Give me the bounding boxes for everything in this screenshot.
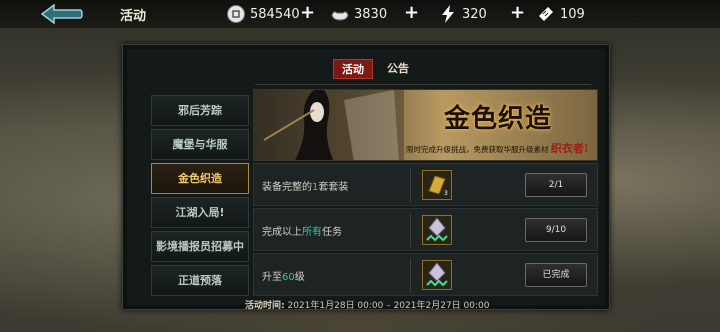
add-coin-button[interactable]: + — [300, 2, 315, 24]
coin-icon — [227, 5, 245, 23]
task-row: 升至60级 已完成 — [253, 253, 598, 296]
banner-description: 限时完成升级挑战，免费获取华服升级素材 织衣者! — [406, 140, 589, 156]
add-silver-button[interactable]: + — [404, 2, 419, 24]
silver-value: 3830 — [354, 6, 388, 22]
ticket-counter: 109 — [536, 3, 585, 25]
tab-announcement[interactable]: 公告 — [379, 59, 417, 79]
sidebar-item-righteous[interactable]: 正道预落 — [151, 265, 249, 296]
sidebar-item-evil-queen[interactable]: 邪后芳踪 — [151, 95, 249, 126]
coin-counter: 584540 — [226, 3, 300, 25]
costume-crystal-icon — [426, 262, 448, 287]
task-label: 装备完整的1套套装 — [262, 178, 348, 193]
reward-quantity: 3 — [444, 190, 448, 197]
task-status-button[interactable]: 已完成 — [525, 263, 587, 287]
event-time-value: 2021年1月28日 00:00 – 2021年2月27日 00:00 — [287, 301, 490, 311]
coin-value: 584540 — [250, 6, 300, 22]
sidebar-item-castle-costume[interactable]: 魔堡与华服 — [151, 129, 249, 160]
sidebar-item-broadcaster[interactable]: 影境播报员招募中 — [151, 231, 249, 262]
back-button[interactable] — [40, 3, 84, 25]
back-arrow-icon — [40, 3, 83, 25]
task-row: 装备完整的1套套装 3 2/1 — [253, 163, 598, 206]
task-label-text: 完成以上 — [262, 227, 302, 238]
task-label-text: 升至 — [262, 272, 282, 283]
task-status-button[interactable]: 9/10 — [525, 218, 587, 242]
costume-crystal-icon — [426, 217, 448, 242]
sidebar-item-jianghu[interactable]: 江湖入局! — [151, 197, 249, 228]
tab-divider — [255, 84, 591, 85]
page-title: 活动 — [120, 9, 147, 24]
ticket-value: 109 — [560, 6, 585, 22]
task-label: 完成以上所有任务 — [262, 223, 342, 238]
reward-item[interactable] — [422, 260, 452, 290]
task-divider — [410, 168, 411, 202]
task-divider — [410, 213, 411, 247]
task-status-button[interactable]: 2/1 — [525, 173, 587, 197]
silver-ingot-icon — [331, 11, 349, 21]
banner-desc-highlight: 织衣者! — [550, 142, 589, 155]
tab-activity[interactable]: 活动 — [333, 59, 373, 79]
event-time: 活动时间: 2021年1月28日 00:00 – 2021年2月27日 00:0… — [245, 298, 489, 311]
task-label-suffix: 套套装 — [318, 182, 349, 193]
banner-title: 金色织造 — [444, 104, 553, 134]
task-label-text: 装备完整的 — [262, 182, 312, 193]
task-label: 升至60级 — [262, 268, 305, 283]
character-art-icon — [254, 90, 404, 160]
top-bar: 活动 584540 + 3830 + 320 + 109 — [0, 0, 720, 28]
add-energy-button[interactable]: + — [510, 2, 525, 24]
silver-counter: 3830 — [330, 3, 387, 25]
task-label-suffix: 任务 — [322, 227, 342, 238]
banner-desc-text: 限时完成升级挑战，免费获取华服升级素材 — [406, 145, 549, 154]
ticket-icon — [539, 7, 553, 21]
activity-panel: 活动 公告 邪后芳踪 魔堡与华服 金色织造 江湖入局! 影境播报员招募中 正道预… — [122, 44, 610, 311]
task-label-suffix: 级 — [294, 272, 305, 283]
lightning-icon — [442, 5, 454, 23]
task-divider — [410, 258, 411, 292]
panel-body: 活动 公告 邪后芳踪 魔堡与华服 金色织造 江湖入局! 影境播报员招募中 正道预… — [127, 49, 605, 311]
task-label-highlight: 所有 — [302, 227, 322, 238]
sidebar-item-golden-weaving[interactable]: 金色织造 — [151, 163, 249, 194]
task-row: 完成以上所有任务 9/10 — [253, 208, 598, 251]
task-label-highlight: 60 — [282, 272, 295, 283]
energy-counter: 320 — [438, 3, 487, 25]
tab-bar: 活动 公告 — [333, 59, 417, 79]
event-banner: 金色织造 限时完成升级挑战，免费获取华服升级素材 织衣者! — [253, 89, 598, 161]
energy-value: 320 — [462, 6, 487, 22]
event-time-label: 活动时间: — [245, 301, 285, 311]
reward-item[interactable] — [422, 215, 452, 245]
